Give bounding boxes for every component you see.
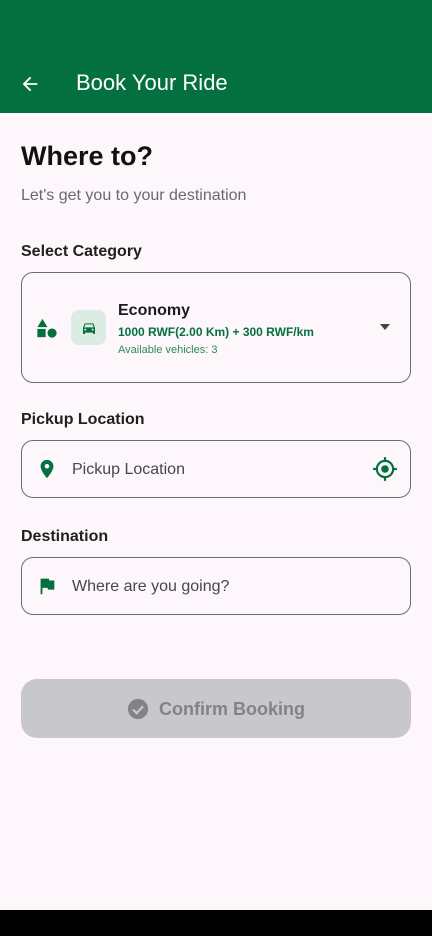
system-nav-bar — [0, 910, 432, 936]
category-section-label: Select Category — [21, 243, 142, 260]
page-subtitle: Let's get you to your destination — [21, 187, 247, 204]
category-availability: Available vehicles: 3 — [118, 344, 218, 356]
category-dropdown[interactable]: Economy 1000 RWF(2.00 Km) + 300 RWF/km A… — [21, 272, 411, 383]
shapes-icon — [37, 318, 57, 338]
pickup-input[interactable]: Pickup Location — [21, 440, 411, 498]
my-location-icon[interactable] — [372, 456, 398, 482]
app-bar-title: Book Your Ride — [76, 70, 228, 95]
car-badge — [71, 310, 106, 345]
check-circle-icon — [127, 698, 149, 719]
category-price: 1000 RWF(2.00 Km) + 300 RWF/km — [118, 325, 314, 339]
page-title: Where to? — [21, 141, 153, 171]
dropdown-caret-icon — [380, 324, 390, 330]
destination-input[interactable]: Where are you going? — [21, 557, 411, 615]
location-pin-icon — [40, 459, 54, 479]
destination-placeholder: Where are you going? — [72, 578, 230, 595]
flag-icon — [40, 578, 55, 595]
confirm-booking-label: Confirm Booking — [159, 698, 305, 719]
back-button[interactable] — [14, 68, 46, 100]
arrow-back-icon — [22, 76, 38, 92]
destination-section-label: Destination — [21, 528, 109, 545]
category-name: Economy — [118, 302, 191, 319]
app-bar: Book Your Ride — [0, 0, 432, 113]
pickup-placeholder: Pickup Location — [72, 461, 185, 478]
car-icon — [82, 322, 95, 334]
confirm-booking-button[interactable]: Confirm Booking — [21, 679, 411, 738]
pickup-section-label: Pickup Location — [21, 411, 145, 428]
